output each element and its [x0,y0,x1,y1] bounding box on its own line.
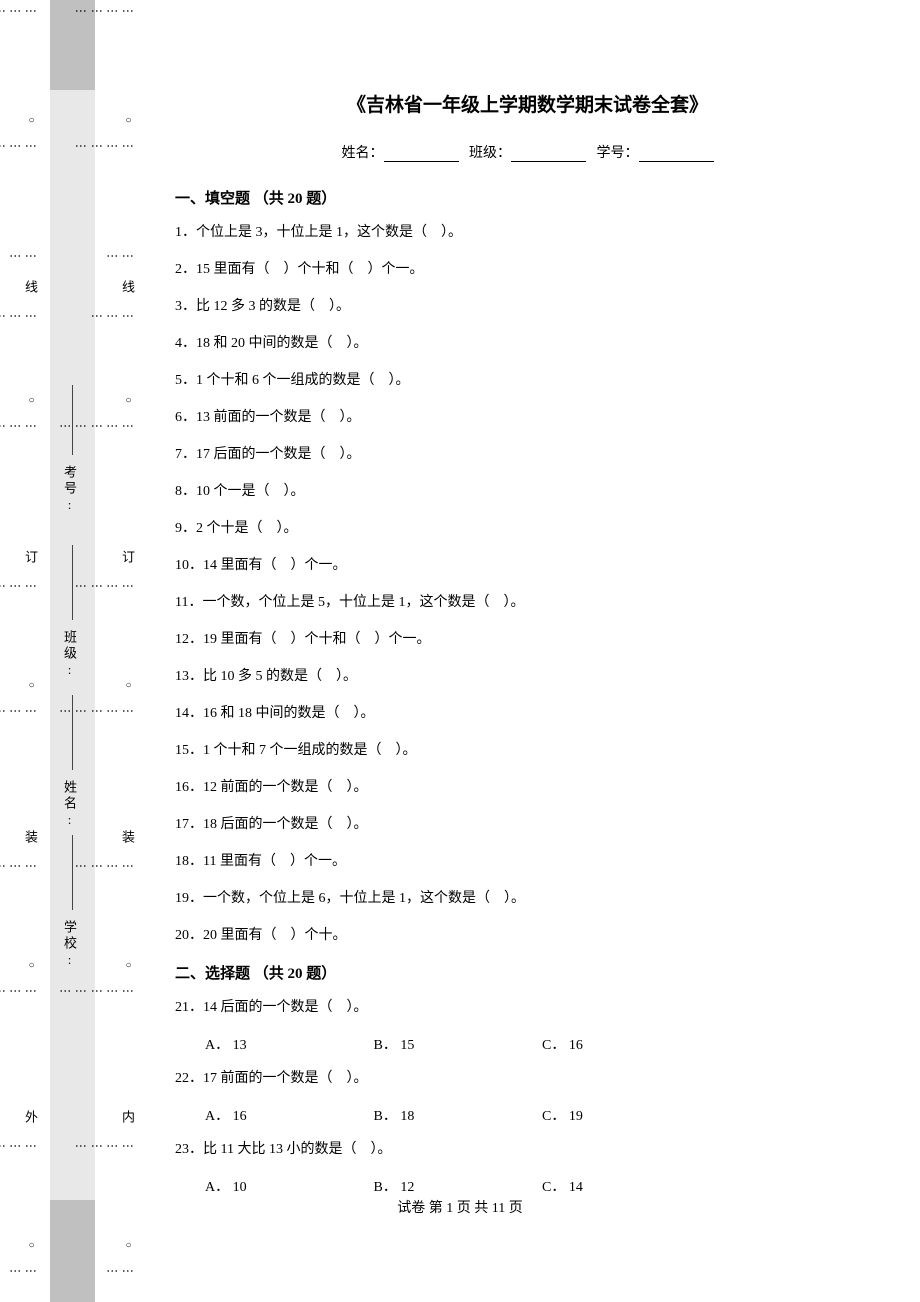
q12: 12．19 里面有（ ）个十和（ ）个一。 [175,629,880,650]
class-label: 班级： [469,146,511,161]
section-1-heading: 一、填空题 （共 20 题） [175,187,880,208]
underline-school [72,835,73,910]
q15: 15．1 个十和 7 个一组成的数是（ ）。 [175,740,880,761]
section-2-heading: 二、选择题 （共 20 题） [175,962,880,983]
exam-title: 《吉林省一年级上学期数学期末试卷全套》 [175,90,880,117]
q1: 1．个位上是 3，十位上是 1，这个数是（ ）。 [175,222,880,243]
q17: 17．18 后面的一个数是（ ）。 [175,814,880,835]
q22-opts: A． 16 B． 18 C． 19 [175,1105,880,1125]
q21-c[interactable]: C． 16 [542,1034,707,1054]
label-class: 班级: [60,630,79,680]
q3: 3．比 12 多 3 的数是（ ）。 [175,296,880,317]
q13: 13．比 10 多 5 的数是（ ）。 [175,666,880,687]
class-input[interactable] [511,148,586,162]
q16: 16．12 前面的一个数是（ ）。 [175,777,880,798]
q22-b[interactable]: B． 18 [374,1105,539,1125]
name-label: 姓名： [342,146,384,161]
q10: 10．14 里面有（ ）个一。 [175,555,880,576]
label-exam: 考号: [60,465,79,515]
id-label: 学号： [597,146,639,161]
q21-opts: A． 13 B． 15 C． 16 [175,1034,880,1054]
q21-b[interactable]: B． 15 [374,1034,539,1054]
label-school: 学校: [60,920,79,970]
q22-a[interactable]: A． 16 [205,1105,370,1125]
label-name: 姓名: [60,780,79,830]
q19: 19．一个数，个位上是 6，十位上是 1，这个数是（ ）。 [175,888,880,909]
q5: 5．1 个十和 6 个一组成的数是（ ）。 [175,370,880,391]
id-input[interactable] [639,148,714,162]
name-input[interactable] [384,148,459,162]
q20: 20．20 里面有（ ）个十。 [175,925,880,946]
q22: 22．17 前面的一个数是（ ）。 [175,1068,880,1089]
q2: 2．15 里面有（ ）个十和（ ）个一。 [175,259,880,280]
q23: 23．比 11 大比 13 小的数是（ ）。 [175,1139,880,1160]
q9: 9．2 个十是（ ）。 [175,518,880,539]
q22-c[interactable]: C． 19 [542,1105,707,1125]
q11: 11．一个数，个位上是 5，十位上是 1，这个数是（ ）。 [175,592,880,613]
side-outer-strip: ⋮⋮⋮⋮ ○ ⋮⋮⋮⋮ ⋮⋮ 线 ⋮⋮⋮ ○ ⋮⋮⋮⋮⋮ 订 ⋮⋮⋮⋮ ○ ⋮⋮… [18,0,38,1302]
q23-c[interactable]: C． 14 [542,1176,707,1196]
page-footer: 试卷 第 1 页 共 11 页 [0,1197,920,1217]
content-area: 《吉林省一年级上学期数学期末试卷全套》 姓名： 班级： 学号： 一、填空题 （共… [175,90,880,1210]
meta-line: 姓名： 班级： 学号： [175,142,880,162]
q7: 7．17 后面的一个数是（ ）。 [175,444,880,465]
q6: 6．13 前面的一个数是（ ）。 [175,407,880,428]
q4: 4．18 和 20 中间的数是（ ）。 [175,333,880,354]
q23-opts: A． 10 B． 12 C． 14 [175,1176,880,1196]
q8: 8．10 个一是（ ）。 [175,481,880,502]
q21: 21．14 后面的一个数是（ ）。 [175,997,880,1018]
side-inner-strip: ⋮⋮⋮⋮ ○ ⋮⋮⋮⋮ ⋮⋮ 线 ⋮⋮⋮ ○ ⋮⋮⋮⋮⋮ 订 ⋮⋮⋮⋮ ○ ⋮⋮… [115,0,135,1302]
q23-a[interactable]: A． 10 [205,1176,370,1196]
q14: 14．16 和 18 中间的数是（ ）。 [175,703,880,724]
q21-a[interactable]: A． 13 [205,1034,370,1054]
q18: 18．11 里面有（ ）个一。 [175,851,880,872]
q23-b[interactable]: B． 12 [374,1176,539,1196]
